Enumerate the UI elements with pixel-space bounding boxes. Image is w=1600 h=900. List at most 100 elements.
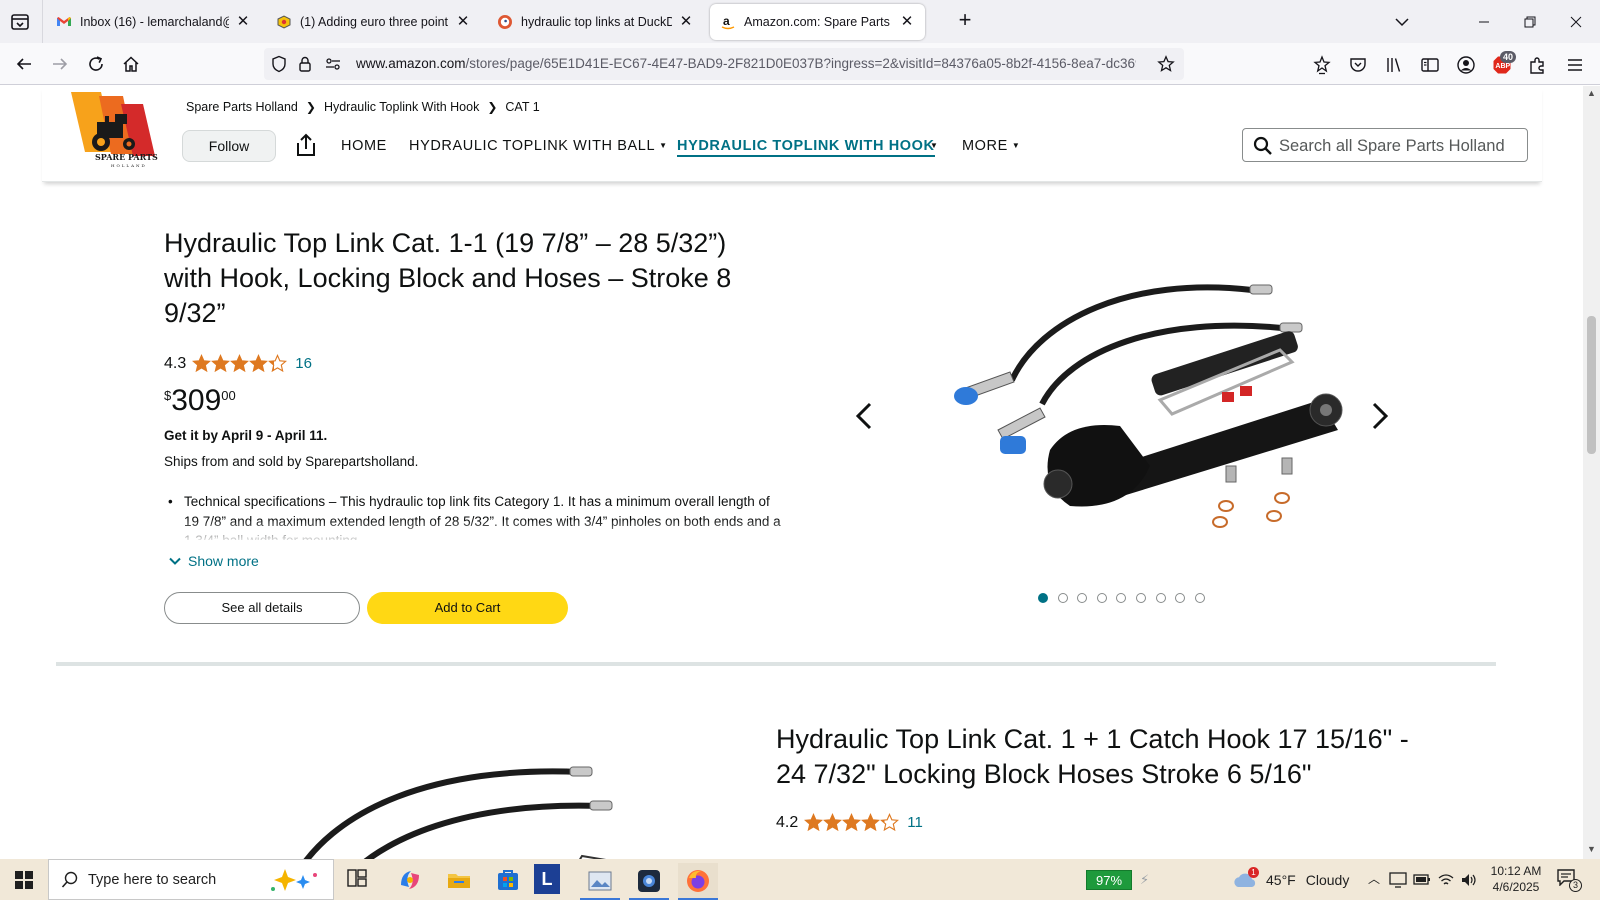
- volume-icon[interactable]: [1460, 872, 1478, 888]
- extensions-puzzle-icon[interactable]: [1528, 55, 1548, 75]
- review-count-link-2[interactable]: 11: [907, 814, 923, 831]
- back-button[interactable]: [10, 50, 38, 78]
- product-title[interactable]: Hydraulic Top Link Cat. 1-1 (19 7/8” – 2…: [164, 226, 764, 331]
- taskbar-copilot[interactable]: [397, 867, 423, 893]
- page-scrollbar[interactable]: ▲ ▼: [1583, 86, 1600, 859]
- star-bookmark-icon[interactable]: [1157, 55, 1175, 73]
- minimize-button[interactable]: [1470, 8, 1498, 36]
- reload-button[interactable]: [82, 50, 110, 78]
- permissions-icon[interactable]: [324, 55, 342, 73]
- monitor-icon[interactable]: [1389, 872, 1407, 888]
- forward-button[interactable]: [46, 50, 74, 78]
- taskbar-file-explorer[interactable]: [446, 867, 472, 893]
- taskbar-photos[interactable]: [580, 863, 620, 900]
- tab-gmail[interactable]: Inbox (16) - lemarchaland@gmail.com - Gm…: [46, 4, 261, 40]
- taskbar-firefox[interactable]: [678, 863, 718, 900]
- breadcrumb-store[interactable]: Spare Parts Holland: [186, 100, 298, 114]
- battery-icon[interactable]: [1413, 872, 1431, 888]
- hamburger-menu-icon[interactable]: [1565, 55, 1585, 75]
- photos-icon: [588, 871, 612, 890]
- sidebar-icon[interactable]: [1420, 55, 1440, 75]
- star-icon: [211, 354, 231, 373]
- address-bar[interactable]: www.amazon.com/stores/page/65E1D41E-EC67…: [264, 48, 1184, 80]
- tray-overflow-icon[interactable]: ︿: [1368, 870, 1380, 887]
- home-button[interactable]: [117, 50, 145, 78]
- duckduckgo-icon: [497, 14, 513, 30]
- carousel-dot[interactable]: [1077, 593, 1088, 603]
- new-tab-button[interactable]: +: [953, 9, 977, 33]
- tab-duckduckgo[interactable]: hydraulic top links at DuckDuckGo ✕: [487, 4, 704, 40]
- show-more-link[interactable]: Show more: [168, 553, 259, 569]
- star-collection-icon[interactable]: [1312, 55, 1332, 75]
- carousel-dot[interactable]: [1175, 593, 1186, 603]
- tab-title: Amazon.com: Spare Parts Holland: [744, 15, 893, 29]
- close-tab-icon[interactable]: ✕: [678, 14, 694, 30]
- search-icon[interactable]: [1253, 136, 1273, 156]
- taskbar-search-box[interactable]: Type here to search: [48, 859, 334, 900]
- nav-more[interactable]: MORE ▼: [962, 138, 1020, 154]
- taskbar-store[interactable]: [495, 867, 521, 893]
- breadcrumb-category[interactable]: Hydraulic Toplink With Hook: [324, 100, 479, 114]
- task-view-button[interactable]: [346, 867, 372, 893]
- url-path: /stores/page/65E1D41E-EC67-4E47-BAD9-2F8…: [465, 56, 1136, 71]
- pocket-icon[interactable]: [1348, 55, 1368, 75]
- product-title-2[interactable]: Hydraulic Top Link Cat. 1 + 1 Catch Hook…: [776, 722, 1416, 792]
- shield-icon[interactable]: [270, 55, 288, 73]
- account-icon[interactable]: [1456, 55, 1476, 75]
- carousel-next-icon[interactable]: [1364, 396, 1394, 436]
- review-count-link[interactable]: 16: [295, 355, 312, 372]
- nav-home[interactable]: HOME: [341, 138, 387, 154]
- star-rating[interactable]: [192, 354, 288, 373]
- star-icon: [861, 813, 881, 832]
- star-icon: [230, 354, 250, 373]
- taskbar-camera[interactable]: [629, 863, 669, 900]
- breadcrumb-current[interactable]: CAT 1: [505, 100, 539, 114]
- network-icon[interactable]: [1437, 872, 1455, 888]
- share-icon[interactable]: [294, 132, 318, 158]
- carousel-prev-icon[interactable]: [850, 396, 880, 436]
- nav-hook-caret[interactable]: ▼: [930, 138, 939, 154]
- list-all-tabs-icon[interactable]: [8, 10, 32, 34]
- star-rating-2[interactable]: [804, 813, 900, 832]
- carousel-dot[interactable]: [1038, 593, 1048, 603]
- library-icon[interactable]: [1384, 55, 1404, 75]
- product-image-hydraulic-top-link[interactable]: [900, 280, 1360, 540]
- clock[interactable]: 10:12 AM 4/6/2025: [1484, 863, 1548, 895]
- start-button[interactable]: [0, 859, 48, 900]
- taskbar-app-l[interactable]: L: [534, 864, 560, 894]
- nav-toplink-ball[interactable]: HYDRAULIC TOPLINK WITH BALL ▼: [409, 138, 668, 154]
- carousel-dot[interactable]: [1135, 593, 1146, 603]
- gmail-icon: [56, 14, 72, 30]
- scroll-up-icon[interactable]: ▲: [1586, 88, 1597, 99]
- close-window-button[interactable]: [1562, 8, 1590, 36]
- url-text[interactable]: www.amazon.com/stores/page/65E1D41E-EC67…: [356, 56, 1136, 71]
- carousel-dot[interactable]: [1096, 593, 1107, 603]
- see-all-details-button[interactable]: See all details: [164, 592, 360, 624]
- store-logo[interactable]: SPARE PARTS HOLLAND: [71, 92, 167, 168]
- carousel-dot[interactable]: [1155, 593, 1166, 603]
- store-search-input[interactable]: [1279, 134, 1519, 158]
- close-tab-icon[interactable]: ✕: [899, 14, 915, 30]
- close-tab-icon[interactable]: ✕: [235, 14, 251, 30]
- product-image-2[interactable]: [250, 766, 650, 859]
- carousel-dot[interactable]: [1057, 593, 1068, 603]
- store-search-box: [1242, 128, 1528, 162]
- scroll-down-icon[interactable]: ▼: [1586, 844, 1597, 855]
- weather-widget[interactable]: 1 45°F Cloudy: [1232, 859, 1362, 900]
- scroll-thumb[interactable]: [1587, 316, 1596, 454]
- follow-button[interactable]: Follow: [182, 130, 276, 162]
- carousel-dot[interactable]: [1116, 593, 1127, 603]
- tab-forum[interactable]: (1) Adding euro three point hook ✕: [266, 4, 481, 40]
- battery-percent: 97%: [1095, 873, 1123, 888]
- carousel-dot[interactable]: [1194, 593, 1205, 603]
- restore-button[interactable]: [1516, 8, 1544, 36]
- notification-center[interactable]: 3: [1556, 868, 1586, 892]
- tab-amazon[interactable]: a Amazon.com: Spare Parts Holland ✕: [710, 4, 925, 40]
- lock-icon[interactable]: [296, 55, 314, 73]
- chevron-down-icon[interactable]: [1392, 12, 1412, 32]
- battery-indicator[interactable]: 97%: [1086, 870, 1132, 890]
- add-to-cart-button[interactable]: Add to Cart: [367, 592, 568, 624]
- show-more-label: Show more: [188, 553, 259, 569]
- close-tab-icon[interactable]: ✕: [455, 14, 471, 30]
- nav-toplink-hook[interactable]: HYDRAULIC TOPLINK WITH HOOK: [677, 138, 935, 157]
